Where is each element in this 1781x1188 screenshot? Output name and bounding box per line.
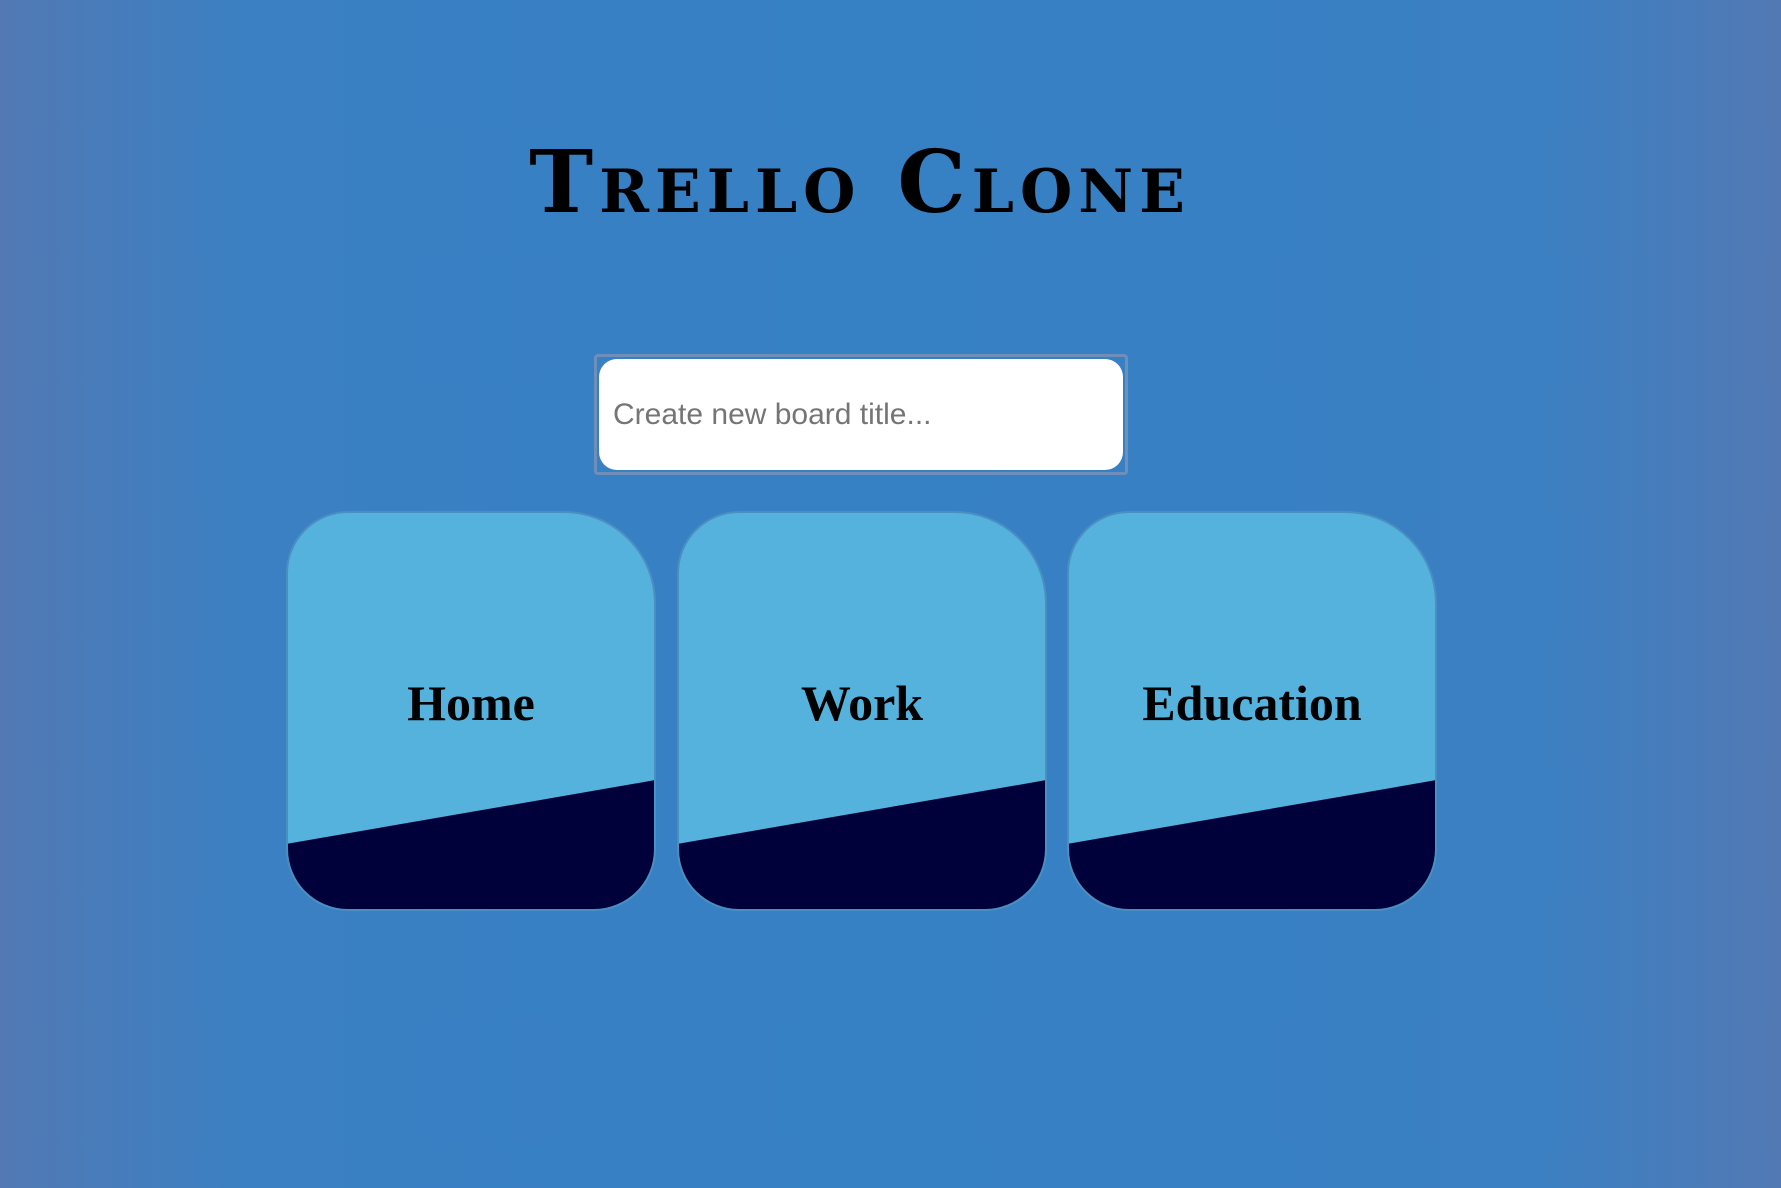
board-name: Education	[1142, 675, 1362, 731]
create-board-input-wrapper	[594, 354, 1128, 475]
page-title: Trello Clone	[529, 132, 1191, 233]
board-card-work[interactable]: Work	[677, 511, 1047, 911]
board-name: Work	[800, 675, 924, 731]
create-board-title-input[interactable]	[599, 359, 1123, 470]
board-card-home[interactable]: Home	[286, 511, 656, 911]
board-name: Home	[407, 675, 535, 731]
board-card-education[interactable]: Education	[1067, 511, 1437, 911]
